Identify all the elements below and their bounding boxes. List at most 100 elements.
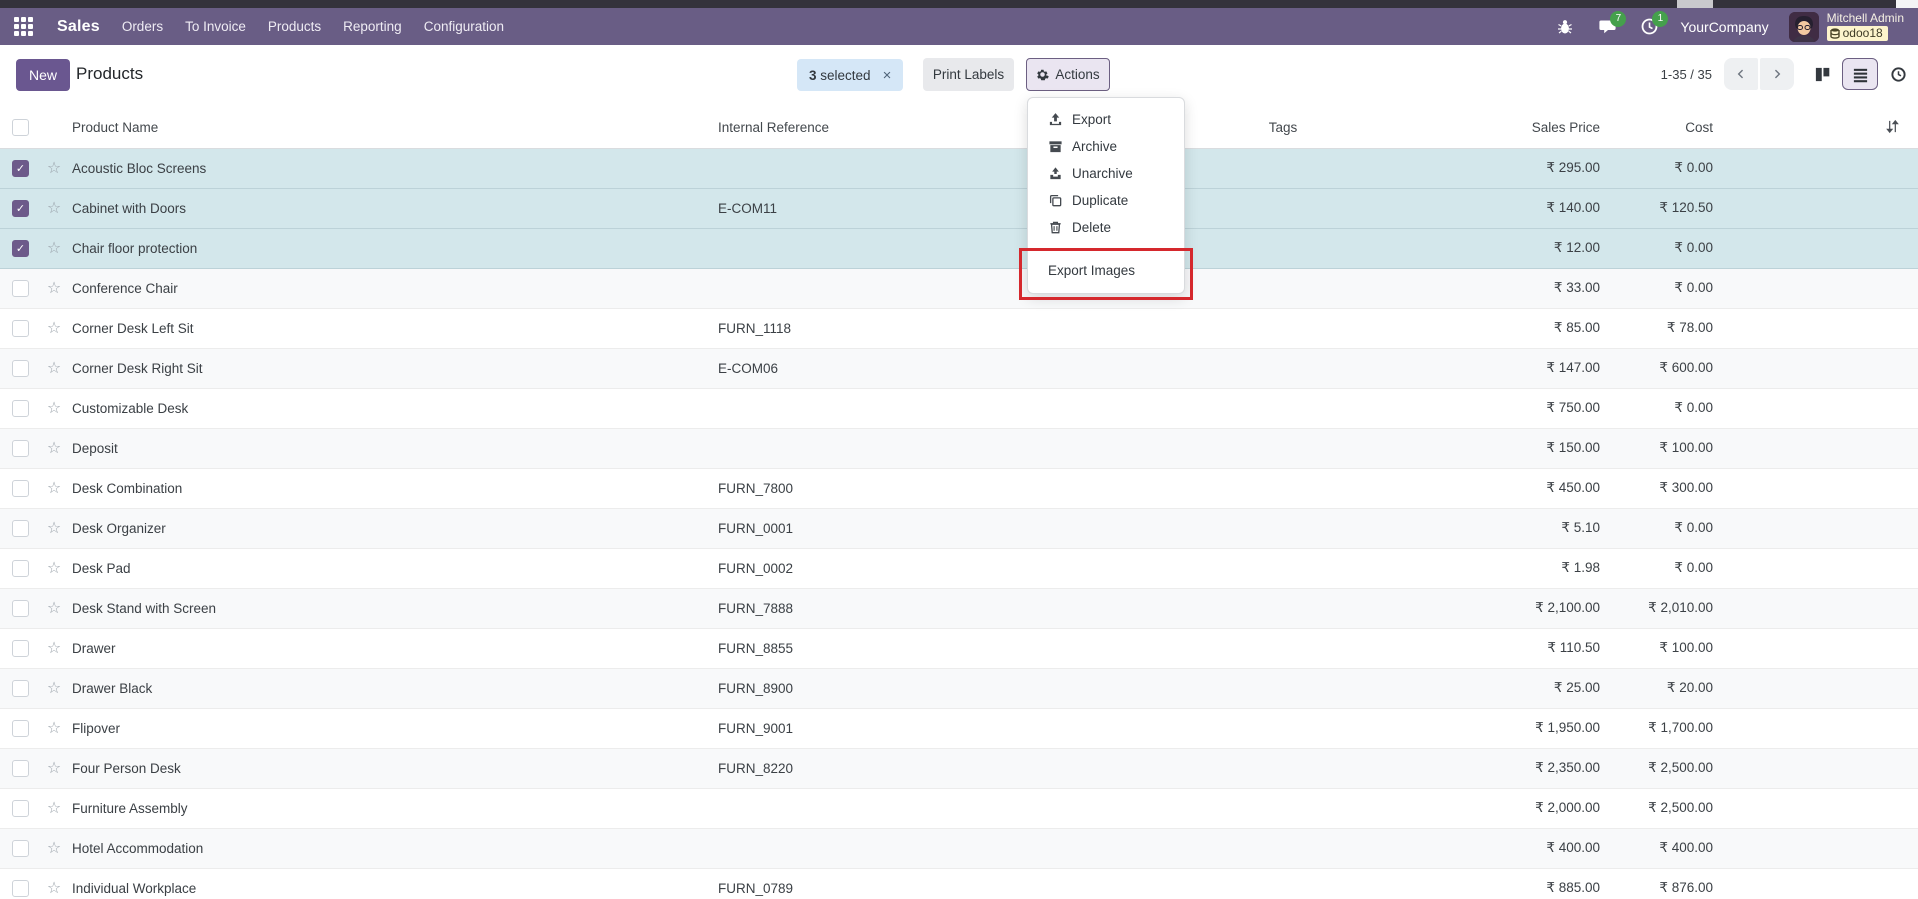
row-checkbox[interactable]	[12, 240, 29, 257]
favorite-star-icon[interactable]: ☆	[36, 318, 72, 338]
row-checkbox[interactable]	[12, 280, 29, 297]
product-name-cell[interactable]: Four Person Desk	[72, 748, 718, 788]
product-name-cell[interactable]: Deposit	[72, 428, 718, 468]
product-name-cell[interactable]: Corner Desk Left Sit	[72, 308, 718, 348]
favorite-star-icon[interactable]: ☆	[36, 638, 72, 658]
table-row[interactable]: ☆ Customizable Desk ₹ 750.00 ₹ 0.00	[0, 388, 1918, 428]
product-name-cell[interactable]: Desk Stand with Screen	[72, 588, 718, 628]
row-checkbox[interactable]	[12, 640, 29, 657]
menu-reporting[interactable]: Reporting	[343, 19, 402, 34]
favorite-star-icon[interactable]: ☆	[36, 798, 72, 818]
print-labels-button[interactable]: Print Labels	[923, 58, 1014, 91]
pager-previous-button[interactable]	[1724, 58, 1758, 90]
product-name-cell[interactable]: Individual Workplace	[72, 868, 718, 899]
favorite-star-icon[interactable]: ☆	[36, 878, 72, 898]
product-name-cell[interactable]: Acoustic Bloc Screens	[72, 148, 718, 188]
list-view-button[interactable]	[1842, 58, 1878, 90]
menu-products[interactable]: Products	[268, 19, 321, 34]
kanban-view-button[interactable]	[1804, 58, 1840, 90]
messages-icon[interactable]: 7	[1596, 17, 1618, 37]
table-row[interactable]: ☆ Cabinet with Doors E-COM11 ₹ 140.00 ₹ …	[0, 188, 1918, 228]
column-header-sales-price[interactable]: Sales Price	[1448, 108, 1600, 148]
product-name-cell[interactable]: Corner Desk Right Sit	[72, 348, 718, 388]
row-checkbox[interactable]	[12, 400, 29, 417]
product-name-cell[interactable]: Cabinet with Doors	[72, 188, 718, 228]
product-name-cell[interactable]: Desk Pad	[72, 548, 718, 588]
row-checkbox[interactable]	[12, 800, 29, 817]
row-checkbox[interactable]	[12, 320, 29, 337]
row-checkbox[interactable]	[12, 560, 29, 577]
new-button[interactable]: New	[16, 59, 70, 91]
table-row[interactable]: ☆ Desk Organizer FURN_0001 ₹ 5.10 ₹ 0.00	[0, 508, 1918, 548]
product-name-cell[interactable]: Conference Chair	[72, 268, 718, 308]
actions-button[interactable]: Actions	[1026, 58, 1110, 91]
table-row[interactable]: ☆ Flipover FURN_9001 ₹ 1,950.00 ₹ 1,700.…	[0, 708, 1918, 748]
table-row[interactable]: ☆ Hotel Accommodation ₹ 400.00 ₹ 400.00	[0, 828, 1918, 868]
row-checkbox[interactable]	[12, 360, 29, 377]
table-row[interactable]: ☆ Desk Combination FURN_7800 ₹ 450.00 ₹ …	[0, 468, 1918, 508]
product-name-cell[interactable]: Drawer Black	[72, 668, 718, 708]
table-row[interactable]: ☆ Conference Chair ₹ 33.00 ₹ 0.00	[0, 268, 1918, 308]
table-row[interactable]: ☆ Chair floor protection ₹ 12.00 ₹ 0.00	[0, 228, 1918, 268]
table-row[interactable]: ☆ Drawer Black FURN_8900 ₹ 25.00 ₹ 20.00	[0, 668, 1918, 708]
company-switcher[interactable]: YourCompany	[1680, 19, 1768, 35]
favorite-star-icon[interactable]: ☆	[36, 438, 72, 458]
product-name-cell[interactable]: Customizable Desk	[72, 388, 718, 428]
pager-next-button[interactable]	[1760, 58, 1794, 90]
table-row[interactable]: ☆ Desk Stand with Screen FURN_7888 ₹ 2,1…	[0, 588, 1918, 628]
favorite-star-icon[interactable]: ☆	[36, 478, 72, 498]
menu-item-unarchive[interactable]: Unarchive	[1028, 160, 1184, 187]
row-checkbox[interactable]	[12, 480, 29, 497]
product-name-cell[interactable]: Hotel Accommodation	[72, 828, 718, 868]
row-checkbox[interactable]	[12, 600, 29, 617]
column-header-product-name[interactable]: Product Name	[72, 108, 718, 148]
menu-item-archive[interactable]: Archive	[1028, 133, 1184, 160]
select-all-checkbox[interactable]	[12, 119, 29, 136]
favorite-star-icon[interactable]: ☆	[36, 558, 72, 578]
table-row[interactable]: ☆ Individual Workplace FURN_0789 ₹ 885.0…	[0, 868, 1918, 899]
row-checkbox[interactable]	[12, 440, 29, 457]
favorite-star-icon[interactable]: ☆	[36, 198, 72, 218]
product-name-cell[interactable]: Flipover	[72, 708, 718, 748]
product-name-cell[interactable]: Furniture Assembly	[72, 788, 718, 828]
row-checkbox[interactable]	[12, 760, 29, 777]
menu-item-export-images[interactable]: Export Images	[1028, 257, 1184, 284]
favorite-star-icon[interactable]: ☆	[36, 518, 72, 538]
optional-columns-icon[interactable]	[1885, 119, 1900, 137]
favorite-star-icon[interactable]: ☆	[36, 718, 72, 738]
favorite-star-icon[interactable]: ☆	[36, 598, 72, 618]
row-checkbox[interactable]	[12, 160, 29, 177]
product-name-cell[interactable]: Chair floor protection	[72, 228, 718, 268]
favorite-star-icon[interactable]: ☆	[36, 358, 72, 378]
row-checkbox[interactable]	[12, 520, 29, 537]
menu-configuration[interactable]: Configuration	[424, 19, 504, 34]
table-row[interactable]: ☆ Corner Desk Right Sit E-COM06 ₹ 147.00…	[0, 348, 1918, 388]
activities-clock-icon[interactable]: 1	[1638, 17, 1660, 37]
table-row[interactable]: ☆ Deposit ₹ 150.00 ₹ 100.00	[0, 428, 1918, 468]
apps-menu-icon[interactable]	[14, 17, 33, 36]
row-checkbox[interactable]	[12, 840, 29, 857]
row-checkbox[interactable]	[12, 680, 29, 697]
app-name[interactable]: Sales	[57, 18, 100, 36]
table-row[interactable]: ☆ Corner Desk Left Sit FURN_1118 ₹ 85.00…	[0, 308, 1918, 348]
table-row[interactable]: ☆ Drawer FURN_8855 ₹ 110.50 ₹ 100.00	[0, 628, 1918, 668]
favorite-star-icon[interactable]: ☆	[36, 758, 72, 778]
table-row[interactable]: ☆ Acoustic Bloc Screens ₹ 295.00 ₹ 0.00	[0, 148, 1918, 188]
favorite-star-icon[interactable]: ☆	[36, 238, 72, 258]
activity-view-button[interactable]	[1880, 58, 1916, 90]
product-name-cell[interactable]: Desk Combination	[72, 468, 718, 508]
favorite-star-icon[interactable]: ☆	[36, 158, 72, 178]
favorite-star-icon[interactable]: ☆	[36, 278, 72, 298]
menu-item-delete[interactable]: Delete	[1028, 214, 1184, 241]
menu-orders[interactable]: Orders	[122, 19, 163, 34]
favorite-star-icon[interactable]: ☆	[36, 398, 72, 418]
product-name-cell[interactable]: Desk Organizer	[72, 508, 718, 548]
debug-bug-icon[interactable]	[1554, 17, 1576, 37]
table-row[interactable]: ☆ Furniture Assembly ₹ 2,000.00 ₹ 2,500.…	[0, 788, 1918, 828]
menu-item-duplicate[interactable]: Duplicate	[1028, 187, 1184, 214]
table-row[interactable]: ☆ Four Person Desk FURN_8220 ₹ 2,350.00 …	[0, 748, 1918, 788]
clear-selection-icon[interactable]: ×	[883, 68, 892, 83]
favorite-star-icon[interactable]: ☆	[36, 678, 72, 698]
row-checkbox[interactable]	[12, 200, 29, 217]
menu-to-invoice[interactable]: To Invoice	[185, 19, 246, 34]
